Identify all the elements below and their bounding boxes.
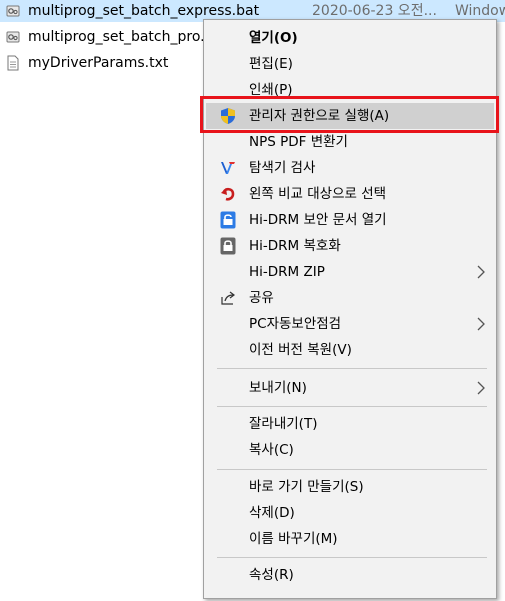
- menu-item-label: NPS PDF 변환기: [249, 134, 348, 150]
- menu-item-restore-previous[interactable]: 이전 버전 복원(V): [206, 337, 494, 363]
- menu-item-label: 열기(O): [249, 30, 298, 46]
- menu-separator: [217, 557, 487, 558]
- context-menu: 열기(O) 편집(E) 인쇄(P) 관리자 권한으로 실행(A) NPS PDF…: [203, 19, 497, 599]
- menu-item-label: 인쇄(P): [249, 82, 293, 98]
- menu-item-explorer-scan[interactable]: 탐색기 검사: [206, 155, 494, 181]
- file-row[interactable]: myDriverParams.txt: [0, 52, 205, 74]
- chevron-right-icon: [476, 317, 486, 331]
- menu-item-run-as-admin[interactable]: 관리자 권한으로 실행(A): [206, 103, 494, 129]
- file-name: myDriverParams.txt: [28, 55, 169, 71]
- menu-item-label: Hi-DRM 보안 문서 열기: [249, 212, 387, 228]
- menu-item-rename[interactable]: 이름 바꾸기(M): [206, 526, 494, 552]
- menu-separator: [217, 406, 487, 407]
- file-name: multiprog_set_batch_express.bat: [28, 3, 260, 19]
- menu-item-label: 탐색기 검사: [249, 160, 316, 176]
- menu-item-share[interactable]: 공유: [206, 285, 494, 311]
- menu-item-drm-open[interactable]: Hi-DRM 보안 문서 열기: [206, 207, 494, 233]
- menu-separator: [217, 469, 487, 470]
- menu-item-drm-decrypt[interactable]: Hi-DRM 복호화: [206, 233, 494, 259]
- menu-item-label: 편집(E): [249, 56, 293, 72]
- share-icon: [218, 288, 238, 308]
- menu-item-create-shortcut[interactable]: 바로 가기 만들기(S): [206, 474, 494, 500]
- menu-item-label: PC자동보안점검: [249, 316, 342, 332]
- menu-item-label: 잘라내기(T): [249, 416, 318, 432]
- menu-item-print[interactable]: 인쇄(P): [206, 77, 494, 103]
- menu-separator: [217, 368, 487, 369]
- menu-item-label: Hi-DRM 복호화: [249, 238, 341, 254]
- menu-item-compare-left[interactable]: 왼쪽 비교 대상으로 선택: [206, 181, 494, 207]
- menu-item-open[interactable]: 열기(O): [206, 25, 494, 51]
- file-row[interactable]: multiprog_set_batch_pro.bat: [0, 26, 228, 48]
- menu-item-label: 보내기(N): [249, 380, 307, 396]
- compare-arrow-icon: [218, 184, 238, 204]
- chevron-right-icon: [476, 265, 486, 279]
- chevron-right-icon: [476, 381, 486, 395]
- menu-item-label: 속성(R): [249, 567, 294, 583]
- menu-item-pdf-converter[interactable]: NPS PDF 변환기: [206, 129, 494, 155]
- batch-file-icon: [6, 3, 20, 19]
- menu-item-label: 바로 가기 만들기(S): [249, 479, 364, 495]
- menu-item-label: 이전 버전 복원(V): [249, 342, 352, 358]
- batch-file-icon: [6, 29, 20, 45]
- antivirus-v-icon: [218, 158, 238, 178]
- menu-item-label: 관리자 권한으로 실행(A): [249, 108, 390, 124]
- menu-item-drm-zip[interactable]: Hi-DRM ZIP: [206, 259, 494, 285]
- menu-item-label: 이름 바꾸기(M): [249, 531, 338, 547]
- menu-item-send-to[interactable]: 보내기(N): [206, 375, 494, 401]
- menu-item-label: Hi-DRM ZIP: [249, 264, 325, 280]
- menu-item-delete[interactable]: 삭제(D): [206, 500, 494, 526]
- menu-item-pc-security-check[interactable]: PC자동보안점검: [206, 311, 494, 337]
- menu-item-label: 삭제(D): [249, 505, 295, 521]
- text-file-icon: [6, 55, 20, 71]
- menu-item-label: 왼쪽 비교 대상으로 선택: [249, 186, 387, 202]
- drm-lock-icon: [218, 236, 238, 256]
- menu-item-edit[interactable]: 편집(E): [206, 51, 494, 77]
- menu-item-label: 공유: [249, 290, 274, 306]
- drm-lock-open-icon: [218, 210, 238, 230]
- menu-item-properties[interactable]: 속성(R): [206, 562, 494, 588]
- uac-shield-icon: [218, 106, 238, 126]
- file-name: multiprog_set_batch_pro.bat: [28, 29, 228, 45]
- menu-item-cut[interactable]: 잘라내기(T): [206, 411, 494, 437]
- menu-item-copy[interactable]: 복사(C): [206, 437, 494, 463]
- menu-item-label: 복사(C): [249, 442, 294, 458]
